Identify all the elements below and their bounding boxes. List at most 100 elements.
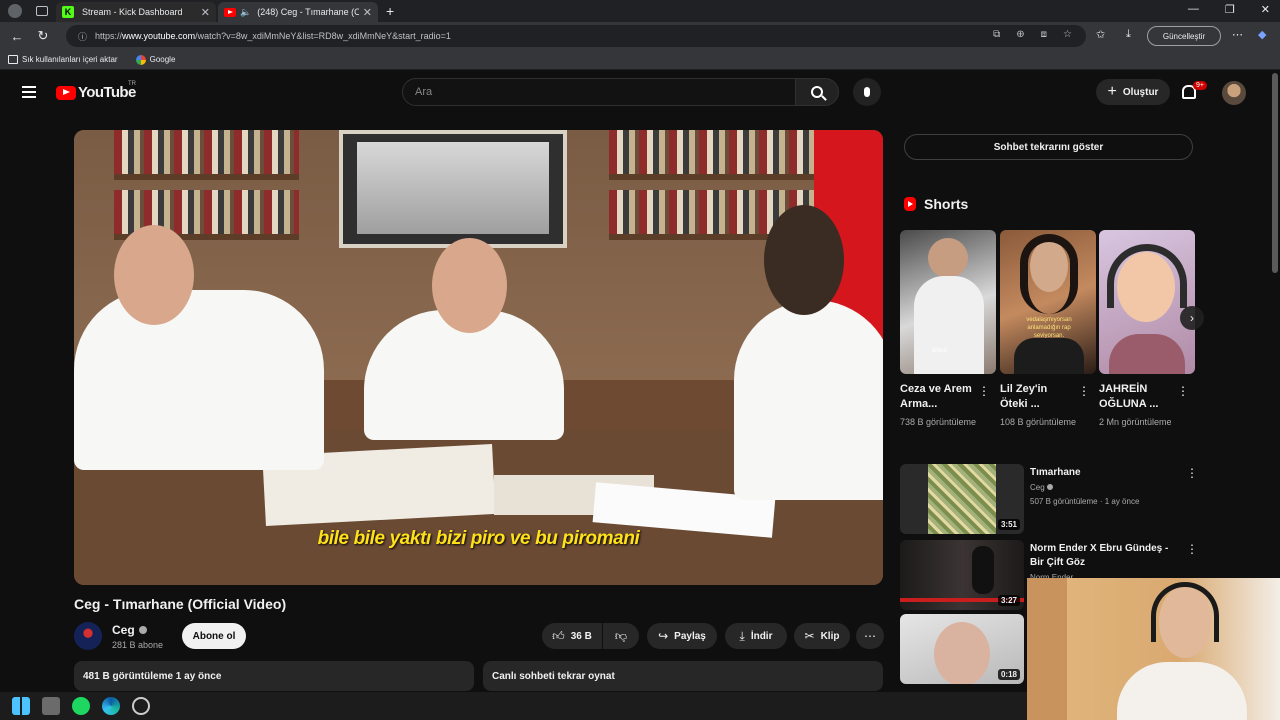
related-video[interactable]: 3:51 Tımarhane Ceg 507 B görüntüleme · 1…	[900, 464, 1200, 534]
person-left	[74, 290, 324, 470]
short-menu-icon[interactable]: ⋮	[978, 384, 990, 398]
short-menu-icon[interactable]: ⋮	[1177, 384, 1189, 398]
bookmark-import[interactable]: Sık kullanılanları içeri aktar	[8, 55, 118, 64]
tab-kick-dashboard[interactable]: K Stream - Kick Dashboard ✕	[56, 2, 216, 22]
refresh-icon[interactable]: ↻	[30, 28, 56, 44]
video-thumbnail[interactable]: 3:27	[900, 540, 1024, 610]
video-menu-icon[interactable]: ⋮	[1186, 466, 1198, 480]
verified-icon	[138, 626, 147, 634]
shorts-title: Shorts	[924, 196, 969, 212]
close-tab-icon[interactable]: ✕	[363, 6, 372, 19]
scrollbar-thumb[interactable]	[1272, 73, 1278, 273]
short-caption: vedalaşmıyorsan anlamadığın rap seviyors…	[1026, 317, 1072, 339]
headphones-icon	[1151, 582, 1219, 642]
search-input[interactable]: Ara	[402, 78, 796, 106]
share-button[interactable]: ↪ Paylaş	[647, 623, 717, 649]
short-item[interactable]: drücü Ceza ve Arem Arma... 738 B görüntü…	[900, 230, 996, 430]
short-title: Lil Zey'in Öteki ...	[1000, 383, 1048, 410]
person-left-head	[114, 225, 194, 325]
windows-start-icon[interactable]	[12, 697, 30, 715]
minimize-icon[interactable]: —	[1188, 3, 1199, 16]
notification-badge: 9+	[1193, 81, 1207, 90]
update-button[interactable]: Güncelleştir	[1147, 26, 1221, 46]
dislike-button[interactable]: 👎︎	[603, 623, 639, 649]
subscriber-count: 281 B abone	[112, 640, 164, 650]
youtube-play-icon	[56, 85, 76, 100]
short-thumbnail[interactable]: vedalaşmıyorsan anlamadığın rap seviyors…	[1000, 230, 1096, 374]
thumbs-down-icon: 👎︎	[614, 628, 628, 643]
share-label: Paylaş	[674, 630, 706, 642]
omnibox-icons: ⧉ ⊕ ⧈ ☆	[993, 29, 1072, 40]
tab-actions-icon[interactable]	[36, 6, 48, 16]
video-channel[interactable]: Ceg	[1030, 482, 1053, 494]
url-input[interactable]: ⓘ https:// www.youtube.com /watch?v=8w_x…	[66, 25, 1086, 47]
short-thumbnail[interactable]: drücü	[900, 230, 996, 374]
share-icon: ↪	[658, 629, 669, 643]
kick-favicon-icon: K	[62, 6, 74, 18]
app-icon[interactable]	[132, 697, 150, 715]
extension-icon[interactable]: ⧈	[1041, 29, 1047, 40]
short-item[interactable]: vedalaşmıyorsan anlamadığın rap seviyors…	[1000, 230, 1096, 430]
speaker-icon[interactable]: 🔈	[240, 7, 251, 18]
account-avatar[interactable]	[1222, 81, 1246, 105]
description-box[interactable]: 481 B görüntüleme 1 ay önce	[74, 661, 474, 691]
copilot-icon[interactable]: ◆	[1258, 28, 1266, 41]
bookshelf	[114, 130, 299, 180]
subscribe-label: Abone ol	[192, 630, 236, 642]
profile-icon[interactable]	[8, 4, 22, 18]
search-placeholder: Ara	[415, 86, 433, 98]
app-install-icon[interactable]: ⧉	[993, 29, 1000, 40]
chat-replay-panel[interactable]: Canlı sohbeti tekrar oynat	[483, 661, 883, 691]
download-button[interactable]: ⤓ İndir	[725, 623, 787, 649]
url-prefix: https://	[95, 31, 123, 41]
tab-youtube[interactable]: 🔈 (248) Ceg - Tımarhane (Official ✕	[218, 2, 378, 22]
video-thumbnail[interactable]: 3:51	[900, 464, 1024, 534]
search-button[interactable]	[795, 78, 839, 106]
create-button[interactable]: + Oluştur	[1096, 79, 1170, 105]
favorite-star-icon[interactable]: ☆	[1063, 29, 1072, 40]
youtube-favicon-icon	[224, 7, 236, 17]
maximize-icon[interactable]: ❐	[1225, 3, 1235, 16]
back-icon[interactable]: ←	[4, 29, 30, 44]
clip-button[interactable]: ✂ Klip	[794, 623, 850, 649]
page-scrollbar[interactable]	[1270, 71, 1280, 578]
video-player[interactable]: bile bile yaktı bizi piro ve bu piromani	[74, 130, 883, 585]
more-actions-button[interactable]: ⋯	[856, 623, 884, 649]
search-icon	[811, 86, 823, 98]
downloads-icon[interactable]: ⤓	[1126, 28, 1131, 41]
video-title: Norm Ender X Ebru Gündeş - Bir Çift Göz	[1030, 543, 1169, 568]
edge-icon[interactable]	[102, 697, 120, 715]
verified-icon	[1046, 484, 1053, 490]
video-channel-label: Ceg	[1030, 483, 1045, 492]
like-count: 36 B	[570, 630, 592, 642]
clip-label: Klip	[820, 630, 840, 642]
short-menu-icon[interactable]: ⋮	[1078, 384, 1090, 398]
more-horizontal-icon: ⋯	[864, 629, 876, 643]
channel-avatar[interactable]	[74, 622, 102, 650]
windows-taskbar	[0, 692, 1027, 720]
shorts-next-arrow-icon[interactable]: ›	[1180, 306, 1204, 330]
new-tab-button[interactable]: +	[386, 3, 394, 19]
close-tab-icon[interactable]: ✕	[201, 6, 210, 19]
favorites-icon[interactable]: ✩	[1096, 28, 1105, 41]
close-window-icon[interactable]: ✕	[1261, 3, 1270, 16]
spotify-icon[interactable]	[72, 697, 90, 715]
youtube-logo[interactable]: YouTube TR	[56, 81, 136, 101]
subscribe-button[interactable]: Abone ol	[182, 623, 246, 649]
file-explorer-icon[interactable]	[42, 697, 60, 715]
show-chat-replay-button[interactable]: Sohbet tekrarını göster	[904, 134, 1193, 160]
video-duration: 3:51	[997, 519, 1020, 530]
like-button[interactable]: 👍︎ 36 B	[542, 623, 602, 649]
video-menu-icon[interactable]: ⋮	[1186, 542, 1198, 556]
more-menu-icon[interactable]: ⋯	[1232, 28, 1243, 41]
zoom-icon[interactable]: ⊕	[1016, 29, 1024, 40]
bookmark-google[interactable]: Google	[135, 54, 175, 65]
short-thumbnail[interactable]	[1099, 230, 1195, 374]
thumbs-up-icon: 👍︎	[552, 628, 565, 643]
tab-label: Stream - Kick Dashboard	[82, 7, 183, 17]
short-item[interactable]: JAHREİN OĞLUNA ... 2 Mn görüntüleme ⋮	[1099, 230, 1195, 430]
menu-icon[interactable]	[22, 86, 36, 98]
channel-name[interactable]: Ceg	[112, 623, 147, 637]
video-thumbnail[interactable]: 0:18	[900, 614, 1024, 684]
voice-search-button[interactable]	[853, 78, 881, 106]
